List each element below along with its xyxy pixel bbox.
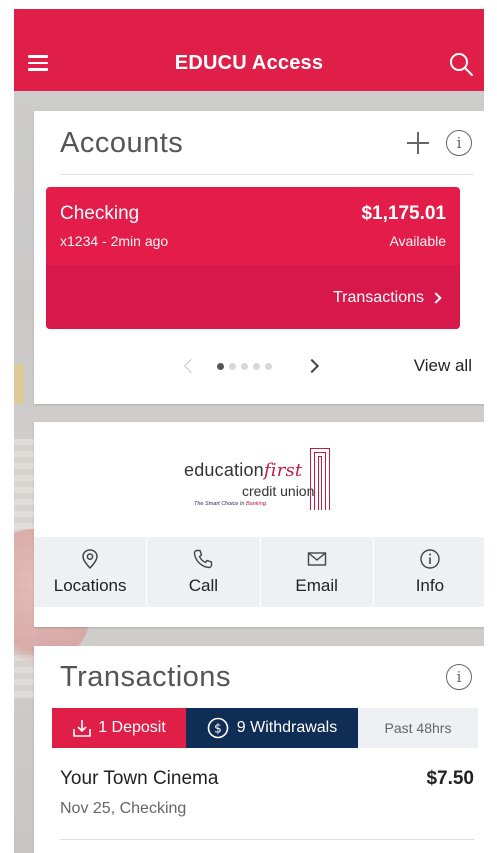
call-button[interactable]: Call [147,537,261,607]
account-tile-checking[interactable]: Checking x1234 - 2min ago $1,175.01 Avai… [46,187,460,329]
logo-mark-icon [310,448,330,510]
period-filter[interactable]: Past 48hrs [358,708,478,748]
info-icon [420,549,440,569]
account-balance: $1,175.01 [361,203,446,224]
pager-dot[interactable] [229,363,236,370]
accounts-title: Accounts [60,126,184,159]
account-transactions-label: Transactions [333,289,424,306]
pager-dot[interactable] [241,363,248,370]
accounts-pager: View all [34,353,484,387]
pager-dot[interactable] [265,363,272,370]
transaction-name: Your Town Cinema [60,768,219,789]
credit-union-logo: educationfirst credit union The Smart Ch… [184,446,344,526]
accounts-divider [60,174,474,175]
accounts-header: Accounts i [34,111,484,175]
app-title: EDUCU Access [174,51,324,74]
download-icon [73,720,92,737]
credit-union-actions: Locations Call Email Info [34,537,484,607]
logo-subtitle: credit union [242,483,315,499]
pager-next-icon[interactable] [304,358,320,374]
account-transactions-link[interactable]: Transactions [333,289,444,307]
account-meta: x1234 - 2min ago [60,233,169,249]
transactions-header: Transactions i [34,646,484,708]
search-icon[interactable] [448,51,474,77]
withdrawals-filter-button[interactable]: $ 9 Withdrawals [186,708,358,748]
envelope-icon [307,552,326,566]
call-label: Call [188,576,219,595]
pager-dot[interactable] [253,363,260,370]
transactions-title: Transactions [60,660,231,693]
transactions-card: Transactions i 1 Deposit $ 9 Withdrawals [34,646,484,853]
deposits-filter-button[interactable]: 1 Deposit [52,708,186,748]
logo-wordmark: educationfirst [184,460,303,481]
phone-icon [194,549,213,569]
pager-dots [217,363,272,370]
app-screen: EDUCU Access Accounts i Checking x1234 -… [14,9,484,853]
hamburger-menu-icon[interactable] [28,55,48,71]
email-button[interactable]: Email [261,537,374,607]
pager-dot[interactable] [217,363,224,370]
transactions-info-icon[interactable]: i [446,664,472,690]
account-name: Checking [60,203,140,224]
transaction-row[interactable]: Your Town Cinema $7.50 Nov 25, Checking [60,768,474,840]
locations-button[interactable]: Locations [34,537,148,607]
chevron-right-icon [430,292,442,304]
info-label: Info [415,576,445,595]
withdrawals-filter-label: 9 Withdrawals [236,719,338,736]
pager-prev-icon[interactable] [183,358,199,374]
background-pencil [14,364,24,404]
locations-label: Locations [53,576,127,595]
transaction-divider [60,839,474,840]
add-account-icon[interactable] [406,131,430,155]
dollar-circle-icon: $ [207,717,229,739]
view-all-link[interactable]: View all [414,356,472,376]
transaction-amount: $7.50 [426,768,474,789]
location-pin-icon [82,549,98,570]
accounts-card: Accounts i Checking x1234 - 2min ago $1,… [34,111,484,404]
transaction-meta: Nov 25, Checking [60,800,187,817]
account-balance-label: Available [389,233,446,249]
accounts-info-icon[interactable]: i [446,130,472,156]
transaction-filters: 1 Deposit $ 9 Withdrawals Past 48hrs [52,708,478,748]
credit-union-card: educationfirst credit union The Smart Ch… [34,422,484,627]
account-tile-footer: Transactions [46,265,460,329]
svg-text:$: $ [214,722,222,736]
info-button[interactable]: Info [374,537,484,607]
top-navbar: EDUCU Access [14,9,484,91]
email-label: Email [295,576,338,595]
deposits-filter-label: 1 Deposit [98,719,166,736]
logo-tagline: The Smart Choice In Banking. [194,501,268,507]
